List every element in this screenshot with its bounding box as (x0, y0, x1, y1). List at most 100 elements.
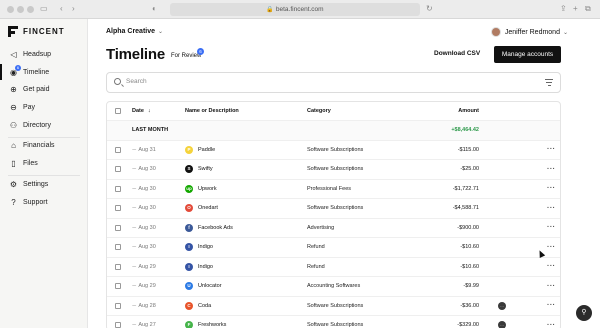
help-icon: ? (11, 197, 16, 207)
sidebar-item-label: Pay (23, 103, 36, 111)
file-icon: ▯ (11, 158, 16, 168)
help-bulb-button[interactable]: ⚲ (576, 305, 592, 321)
user-menu[interactable]: Jeniffer Redmond ⌄ (490, 27, 568, 37)
manage-accounts-button[interactable]: Manage accounts (494, 46, 561, 63)
dollar-icon: ⊕ (10, 84, 17, 94)
more-actions-icon[interactable]: ··· (547, 297, 556, 316)
forward-icon[interactable]: › (72, 4, 75, 14)
sidebar-item-label: Files (23, 159, 38, 167)
search-bar[interactable]: Search (106, 72, 561, 93)
table-row[interactable]: ---- Aug 29 U Unlocator Accounting Softwares… (107, 277, 560, 297)
row-checkbox[interactable] (115, 166, 121, 173)
category-cell[interactable]: Software Subscriptions (307, 316, 363, 328)
table-row[interactable]: ---- Aug 30 S Swifty Software Subscriptions -… (107, 160, 560, 180)
category-cell[interactable]: Software Subscriptions (307, 160, 363, 179)
more-actions-icon[interactable]: ··· (547, 277, 556, 296)
date-cell: Aug 30 (138, 224, 156, 231)
sidebar-item-get-paid[interactable]: ⊕ Get paid (0, 81, 88, 97)
merchant-logo-icon: up (185, 184, 193, 193)
sidebar-item-files[interactable]: ▯ Files (0, 155, 88, 171)
merchant-logo-icon: C (185, 301, 193, 310)
category-cell[interactable]: Advertising (307, 219, 334, 238)
more-actions-icon[interactable]: ··· (547, 199, 556, 218)
more-actions-icon[interactable]: ··· (547, 316, 556, 328)
merchant-logo-icon: f (185, 223, 193, 232)
more-actions-icon[interactable]: ··· (547, 238, 556, 257)
new-tab-icon[interactable]: + (573, 4, 578, 14)
download-csv-button[interactable]: Download CSV (434, 50, 480, 57)
date-column-header[interactable]: Date ↓ (132, 102, 151, 120)
sidebar-item-timeline[interactable]: ◉ 6 Timeline (0, 64, 88, 80)
select-all-checkbox[interactable] (115, 108, 121, 114)
more-actions-icon[interactable]: ··· (547, 141, 556, 160)
row-checkbox[interactable] (115, 244, 121, 251)
sidebar-toggle-icon[interactable]: ▭ (40, 4, 48, 14)
sidebar-item-directory[interactable]: ⚇ Directory (0, 117, 88, 133)
name-cell: Upwork (198, 185, 217, 192)
avatar (490, 27, 501, 37)
tabs-overview-icon[interactable]: ⧉ (585, 4, 591, 14)
category-cell[interactable]: Professional Fees (307, 180, 351, 199)
date-cell: Aug 31 (138, 146, 156, 153)
category-cell[interactable]: Refund (307, 258, 325, 277)
table-row[interactable]: ---- Aug 31 P Paddle Software Subscriptions -… (107, 141, 560, 160)
minimize-window-button[interactable] (17, 6, 24, 13)
for-review-tab[interactable]: For Review (171, 53, 201, 59)
close-window-button[interactable] (7, 6, 14, 13)
status-dash-icon: ---- (132, 244, 136, 251)
sidebar-item-label: Financials (23, 141, 55, 149)
table-row[interactable]: ---- Aug 30 O Onedart Software Subscriptions… (107, 199, 560, 219)
table-row[interactable]: ---- Aug 30 I Indigo Refund -$10.60 ··· (107, 238, 560, 258)
table-row[interactable]: ---- Aug 28 C Coda Software Subscriptions -$3… (107, 297, 560, 316)
status-dash-icon: ---- (132, 166, 136, 173)
row-checkbox[interactable] (115, 322, 121, 328)
table-row[interactable]: ---- Aug 29 I Indigo Refund -$10.60 ··· (107, 258, 560, 277)
status-dash-icon: ---- (132, 146, 136, 153)
category-cell[interactable]: Software Subscriptions (307, 141, 363, 160)
status-dash-icon: ---- (132, 263, 136, 270)
table-row[interactable]: ---- Aug 30 up Upwork Professional Fees -$1,7… (107, 180, 560, 199)
category-cell[interactable]: Accounting Softwares (307, 277, 360, 296)
sidebar-item-pay[interactable]: ⊖ Pay (0, 99, 88, 115)
fincent-logo[interactable]: FINCENT (8, 26, 65, 37)
table-row[interactable]: ---- Aug 30 f Facebook Ads Advertising -$900.… (107, 219, 560, 238)
row-checkbox[interactable] (115, 302, 121, 309)
row-checkbox[interactable] (115, 224, 121, 231)
category-cell[interactable]: Software Subscriptions (307, 297, 363, 316)
zoom-window-button[interactable] (27, 6, 34, 13)
more-actions-icon[interactable]: ··· (547, 180, 556, 199)
sidebar-item-headsup[interactable]: ◁ Headsup (0, 46, 88, 62)
people-icon: ⚇ (9, 120, 18, 130)
more-actions-icon[interactable]: ··· (547, 258, 556, 277)
status-dash-icon: ---- (132, 283, 136, 290)
comment-icon[interactable]: … (498, 321, 506, 328)
fincent-logo-icon (8, 26, 18, 37)
reload-icon[interactable]: ↻ (426, 4, 433, 14)
row-checkbox[interactable] (115, 146, 121, 153)
share-icon[interactable]: ⇪ (560, 4, 567, 14)
search-input[interactable]: Search (126, 78, 147, 85)
row-checkbox[interactable] (115, 283, 121, 290)
comment-icon[interactable]: … (498, 301, 506, 310)
category-cell[interactable]: Refund (307, 238, 325, 257)
row-checkbox[interactable] (115, 205, 121, 212)
name-cell: Unlocator (198, 283, 222, 290)
category-column-header: Category (307, 108, 331, 114)
amount-column-header: Amount (458, 108, 479, 114)
row-checkbox[interactable] (115, 185, 121, 192)
table-row[interactable]: ---- Aug 27 F Freshworks Software Subscripti… (107, 316, 560, 328)
date-cell: Aug 29 (138, 263, 156, 270)
org-switcher[interactable]: Alpha Creative ⌄ (106, 28, 163, 35)
row-checkbox[interactable] (115, 263, 121, 270)
sidebar-item-settings[interactable]: ⚙ Settings (0, 176, 88, 192)
address-bar[interactable]: 🔒 beta.fincent.com (170, 3, 420, 16)
filter-icon[interactable] (545, 79, 553, 86)
category-cell[interactable]: Software Subscriptions (307, 199, 363, 218)
name-cell: Coda (198, 302, 212, 309)
back-icon[interactable]: ‹ (60, 4, 63, 14)
amount-cell: -$10.60 (460, 244, 479, 251)
sidebar-item-support[interactable]: ? Support (0, 194, 88, 210)
more-actions-icon[interactable]: ··· (547, 219, 556, 238)
more-actions-icon[interactable]: ··· (547, 160, 556, 179)
sidebar-item-financials[interactable]: ⌂ Financials (0, 137, 88, 153)
